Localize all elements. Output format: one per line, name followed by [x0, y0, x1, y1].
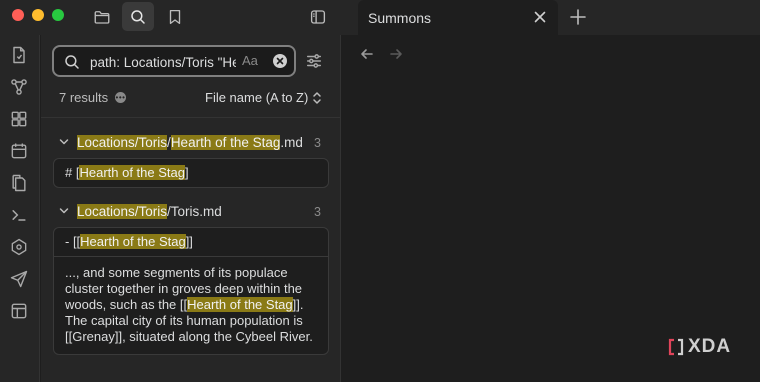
graph-button[interactable] — [9, 77, 29, 97]
search-match[interactable]: # [Hearth of the Stag] — [54, 159, 328, 187]
close-window-button[interactable] — [12, 9, 24, 21]
arrow-right-icon[interactable] — [388, 46, 404, 62]
match-count: 3 — [314, 136, 321, 150]
maximize-window-button[interactable] — [52, 9, 64, 21]
templates-icon — [12, 174, 26, 192]
search-icon — [65, 55, 79, 69]
result-file-title: Locations/Toris/Toris.md — [77, 204, 222, 219]
xda-logo-icon — [668, 338, 684, 356]
search-result-file[interactable]: Locations/Toris/Toris.md 3 — [41, 201, 341, 223]
bookmarks-button[interactable] — [159, 2, 191, 31]
search-result-file[interactable]: Locations/Toris/Hearth of the Stag.md 3 — [41, 132, 341, 154]
chevron-down-icon[interactable] — [59, 206, 69, 216]
daily-note-button[interactable] — [9, 45, 29, 65]
chevron-up-down-icon — [313, 92, 321, 104]
calendar-icon — [11, 143, 27, 159]
search-match[interactable]: - [[Hearth of the Stag]] — [54, 228, 328, 256]
search-icon — [131, 9, 145, 24]
folder-icon — [94, 10, 110, 24]
daily-note-icon — [13, 46, 25, 64]
ribbon — [0, 35, 40, 382]
clear-search-icon[interactable] — [273, 54, 287, 68]
results-count: 7 results — [59, 90, 109, 105]
search-match[interactable]: ..., and some segments of its populace c… — [54, 256, 328, 354]
toggle-sidebar-button[interactable] — [302, 2, 334, 31]
graph-view-button[interactable] — [9, 237, 29, 257]
sort-order-select[interactable]: File name (A to Z) — [205, 90, 308, 105]
xda-watermark: XDA — [668, 336, 740, 358]
canvas-icon — [11, 111, 27, 127]
file-explorer-button[interactable] — [86, 2, 118, 31]
arrow-left-icon[interactable] — [359, 46, 375, 62]
layout-button[interactable] — [9, 301, 29, 321]
match-case-button[interactable]: Aa — [242, 53, 258, 68]
layout-icon — [11, 303, 27, 319]
terminal-button[interactable] — [9, 205, 29, 225]
result-file-title: Locations/Toris/Hearth of the Stag.md — [77, 135, 303, 150]
search-box: Aa — [52, 45, 296, 77]
search-settings-icon[interactable] — [305, 52, 323, 70]
plus-icon[interactable] — [568, 7, 588, 27]
watermark-text: XDA — [688, 336, 732, 357]
close-icon[interactable] — [532, 9, 548, 25]
minimize-window-button[interactable] — [32, 9, 44, 21]
bookmark-icon — [169, 9, 181, 24]
calendar-button[interactable] — [9, 141, 29, 161]
match-count: 3 — [314, 205, 321, 219]
canvas-button[interactable] — [9, 109, 29, 129]
graph-view-icon — [11, 238, 27, 256]
match-card: # [Hearth of the Stag] — [53, 158, 329, 188]
sidebar-toggle-icon — [310, 9, 326, 24]
tab-summons[interactable]: Summons — [358, 0, 558, 35]
title-bar: Summons — [0, 0, 760, 35]
divider — [41, 117, 341, 118]
search-tab-button[interactable] — [122, 2, 154, 31]
chevron-down-icon[interactable] — [59, 137, 69, 147]
more-options-icon[interactable]: ••• — [115, 92, 126, 103]
editor-area — [342, 35, 760, 382]
publish-button[interactable] — [9, 269, 29, 289]
match-card: - [[Hearth of the Stag]] ..., and some s… — [53, 227, 329, 355]
publish-icon — [10, 270, 28, 288]
search-input[interactable] — [90, 52, 236, 72]
search-panel: Aa 7 results ••• File name (A to Z) Loca… — [41, 35, 341, 382]
tab-title: Summons — [368, 10, 432, 26]
templates-button[interactable] — [9, 173, 29, 193]
terminal-icon — [12, 210, 26, 221]
graph-icon — [11, 79, 27, 95]
